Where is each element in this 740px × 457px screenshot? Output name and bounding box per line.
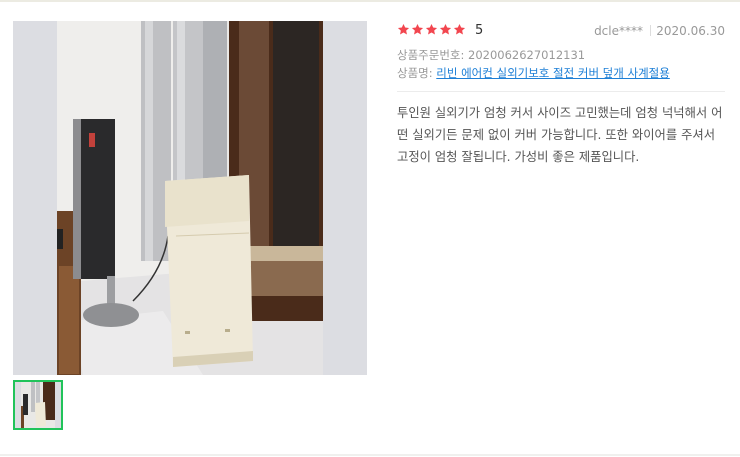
order-info: 상품주문번호: 2020062627012131 <box>397 47 585 63</box>
star-rating <box>397 23 466 36</box>
review-date: 2020.06.30 <box>656 24 725 38</box>
product-name-link[interactable]: 리빈 에어컨 실외기보호 절전 커버 덮개 사계절용 <box>436 66 670 80</box>
star-icon <box>411 23 424 35</box>
rating-score: 5 <box>475 23 484 38</box>
review-text: 투인원 실외기가 엄청 커서 사이즈 고민했는데 엄청 넉넉해서 어떤 실외기든… <box>397 106 723 164</box>
photo-illustration <box>13 21 367 375</box>
photo-thumbnail[interactable] <box>13 380 63 430</box>
divider <box>397 91 725 92</box>
bottom-divider <box>0 454 740 456</box>
product-label: 상품명: <box>397 66 433 80</box>
star-icon <box>425 23 438 35</box>
thumbnail-illustration <box>15 382 61 428</box>
star-icon <box>439 23 452 35</box>
review-meta: 5 dcle**** 2020.06.30 <box>397 22 725 40</box>
star-icon <box>397 23 410 35</box>
review-photo[interactable] <box>13 21 367 375</box>
reviewer-id: dcle**** <box>594 24 643 38</box>
product-info: 상품명: 리빈 에어컨 실외기보호 절전 커버 덮개 사계절용 <box>397 65 670 81</box>
order-label: 상품주문번호: <box>397 48 465 62</box>
order-number: 2020062627012131 <box>468 48 586 62</box>
meta-separator <box>650 25 651 36</box>
top-divider <box>0 0 740 2</box>
star-icon <box>453 23 466 35</box>
